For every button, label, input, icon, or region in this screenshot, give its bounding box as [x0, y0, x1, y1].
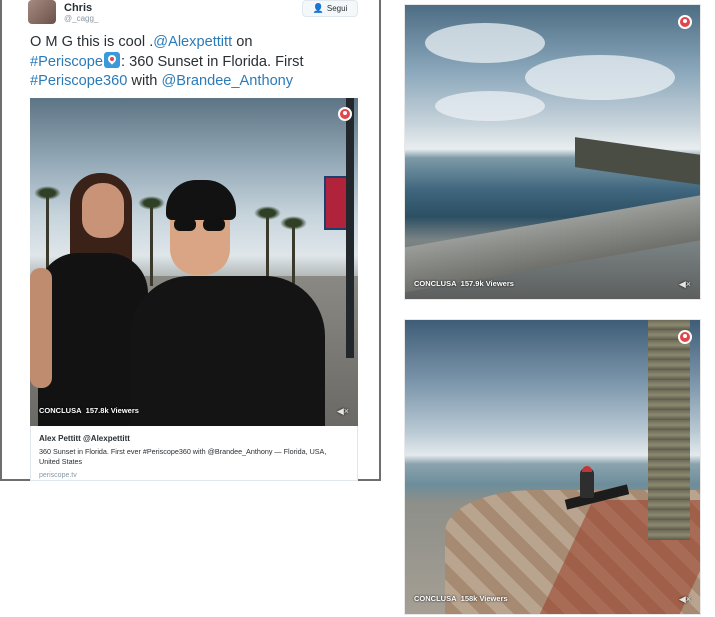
cloud — [525, 55, 675, 100]
tweet-text: O M G this is cool .@Alexpettitt on #Per… — [30, 33, 360, 91]
palm-trunk — [648, 320, 690, 540]
mute-icon[interactable]: ◀× — [337, 406, 349, 417]
cloud — [425, 23, 545, 63]
hashtag-link[interactable]: #Periscope — [30, 54, 103, 70]
mute-icon[interactable]: ◀× — [679, 279, 691, 290]
shoreline — [575, 137, 700, 187]
mute-icon[interactable]: ◀× — [679, 594, 691, 605]
cloud — [435, 91, 545, 121]
add-user-icon: 👤 — [312, 3, 324, 13]
user-name[interactable]: Chris — [64, 2, 92, 14]
periscope-icon — [678, 15, 692, 29]
seated-person — [580, 468, 594, 498]
link-card[interactable]: Alex Pettitt @Alexpettitt 360 Sunset in … — [30, 426, 358, 481]
tweet-text-part: O M G this is cool . — [30, 34, 154, 50]
video-status: CONCLUSA 157.9k Viewers — [414, 279, 514, 288]
periscope-emoji-icon — [104, 52, 121, 68]
mention-link[interactable]: @Alexpettitt — [153, 34, 232, 50]
man-figure — [130, 180, 325, 426]
card-description: 360 Sunset in Florida. First ever #Peris… — [39, 447, 327, 466]
broadcast-screenshot[interactable]: CONCLUSA 158k Viewers ◀× — [404, 319, 701, 615]
lamp-post — [346, 98, 354, 358]
periscope-icon — [338, 107, 352, 121]
hashtag-link[interactable]: #Periscope360 — [30, 73, 127, 89]
broadcast-screenshot[interactable]: CONCLUSA 157.9k Viewers ◀× — [404, 4, 701, 300]
status-label: CONCLUSA — [39, 406, 82, 415]
user-handle[interactable]: @_cagg_ — [64, 14, 98, 23]
card-domain[interactable]: periscope.tv — [39, 472, 77, 479]
video-status: CONCLUSA 157.8k Viewers — [39, 406, 139, 415]
card-title: Alex Pettitt @Alexpettitt — [39, 434, 130, 443]
tweet-text-part: : 360 Sunset in Florida. First — [121, 54, 304, 70]
follow-label: Segui — [326, 4, 348, 13]
status-label: CONCLUSA — [414, 279, 457, 288]
periscope-icon — [678, 330, 692, 344]
tweet-text-part: on — [232, 34, 253, 50]
tweet-text-part: with — [127, 73, 162, 89]
red-cap — [582, 466, 592, 472]
viewers-count: 158k Viewers — [460, 594, 508, 603]
viewers-count: 157.8k Viewers — [85, 406, 139, 415]
avatar[interactable] — [28, 0, 56, 24]
video-player[interactable]: CONCLUSA 157.8k Viewers ◀× — [30, 98, 358, 426]
video-status: CONCLUSA 158k Viewers — [414, 594, 508, 603]
follow-button[interactable]: 👤 Segui — [302, 0, 358, 17]
viewers-count: 157.9k Viewers — [460, 279, 514, 288]
mention-link[interactable]: @Brandee_Anthony — [161, 73, 293, 89]
tweet-card: Chris @_cagg_ 👤 Segui O M G this is cool… — [0, 0, 381, 481]
status-label: CONCLUSA — [414, 594, 457, 603]
